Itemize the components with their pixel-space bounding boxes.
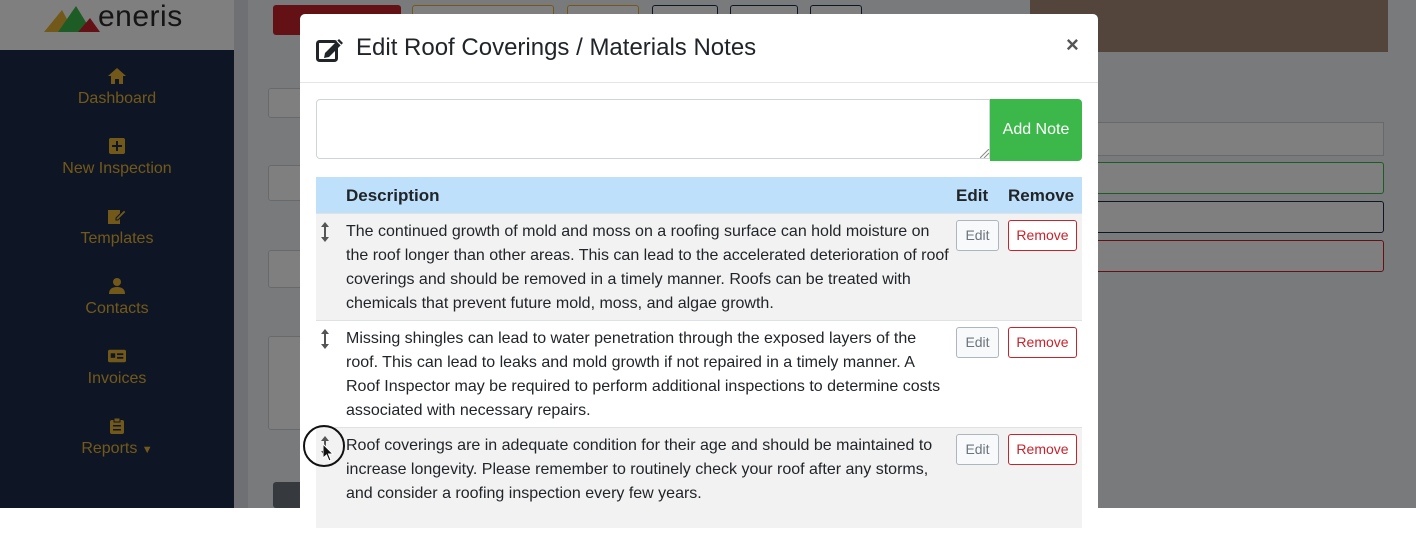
- note-description: Missing shingles can lead to water penet…: [346, 330, 941, 419]
- note-description: The continued growth of mold and moss on…: [346, 223, 949, 312]
- resize-grip-icon[interactable]: [980, 149, 989, 158]
- close-button[interactable]: ×: [1066, 32, 1079, 58]
- mouse-pointer-icon: [323, 444, 335, 462]
- modal-header: Edit Roof Coverings / Materials Notes ×: [300, 14, 1098, 83]
- table-row: Missing shingles can lead to water penet…: [316, 320, 1082, 427]
- edit-icon: [316, 39, 343, 62]
- header-edit: Edit: [956, 186, 989, 205]
- edit-button[interactable]: Edit: [956, 220, 999, 251]
- header-description: Description: [346, 186, 440, 205]
- note-input[interactable]: [316, 99, 990, 159]
- drag-handle-icon[interactable]: [318, 329, 332, 349]
- edit-button[interactable]: Edit: [956, 434, 999, 465]
- table-header: Description Edit Remove: [316, 177, 1082, 213]
- remove-button[interactable]: Remove: [1008, 327, 1077, 358]
- table-row: The continued growth of mold and moss on…: [316, 213, 1082, 320]
- add-note-button[interactable]: Add Note: [990, 99, 1082, 161]
- edit-notes-modal: Edit Roof Coverings / Materials Notes × …: [300, 14, 1098, 534]
- header-remove: Remove: [1008, 186, 1075, 205]
- drag-handle-icon[interactable]: [318, 222, 332, 242]
- note-description: Roof coverings are in adequate condition…: [346, 437, 933, 502]
- edit-button[interactable]: Edit: [956, 327, 999, 358]
- modal-title: Edit Roof Coverings / Materials Notes: [356, 34, 757, 61]
- remove-button[interactable]: Remove: [1008, 220, 1077, 251]
- table-row: Roof coverings are in adequate condition…: [316, 427, 1082, 528]
- remove-button[interactable]: Remove: [1008, 434, 1077, 465]
